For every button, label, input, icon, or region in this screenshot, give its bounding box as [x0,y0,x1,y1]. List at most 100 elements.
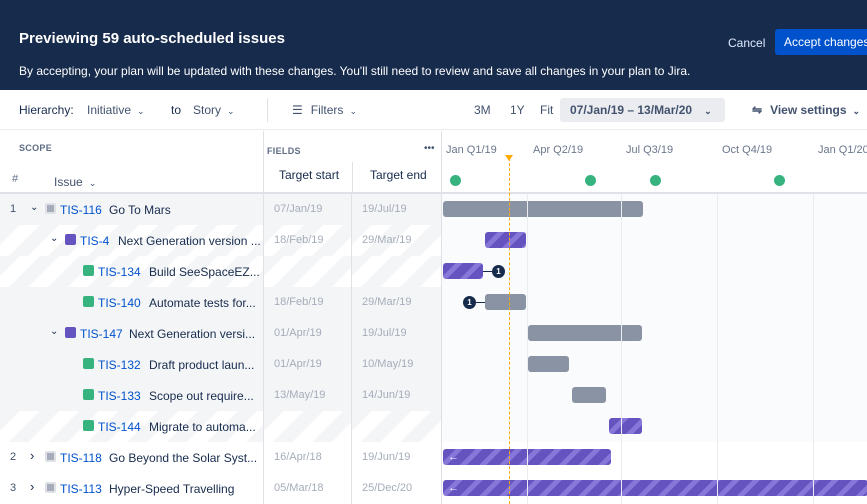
issue-key[interactable]: TIS-147 [80,327,123,341]
table-row[interactable]: TIS-140 Automate tests for... 18/Feb/19 2… [0,287,867,318]
issue-key[interactable]: TIS-144 [98,420,141,434]
zoom-fit-button[interactable]: Fit [540,90,553,130]
chevron-right-icon[interactable]: › [30,479,34,494]
schedule-bar[interactable] [443,201,643,217]
quarter-label: Oct Q4/19 [722,144,773,156]
target-end-value[interactable]: 19/Jul/19 [362,327,407,339]
schedule-bar[interactable] [528,356,569,372]
hierarchy-from-select[interactable]: Initiative ⌄ [87,90,145,130]
row-number: 3 [10,482,17,494]
zoom-1y-button[interactable]: 1Y [510,90,525,130]
hierarchy-label: Hierarchy: [19,103,74,117]
quarter-label: Jan Q1/20 [818,144,867,156]
table-row[interactable]: TIS-144 Migrate to automa... [0,411,867,442]
table-row[interactable]: 1 ⌄ TIS-116 Go To Mars 07/Jan/19 19/Jul/19 [0,194,867,225]
table-row[interactable]: ⌄ TIS-4 Next Generation version ... 18/Feb… [0,225,867,256]
story-icon [83,296,94,307]
table-row[interactable]: TIS-133 Scope out require... 13/May/19 14… [0,380,867,411]
schedule-bar[interactable] [443,263,483,279]
story-icon [83,420,94,431]
target-start-value[interactable]: 01/Apr/19 [274,327,322,339]
schedule-bar[interactable] [443,480,867,496]
filters-button[interactable]: ☰ Filters ⌄ [292,90,357,130]
toolbar-divider [267,98,268,122]
target-start-value[interactable]: 13/May/19 [274,389,325,401]
target-start-value[interactable]: 05/Mar/18 [274,482,324,494]
table-row[interactable]: TIS-132 Draft product laun... 01/Apr/19 1… [0,349,867,380]
accept-changes-button[interactable]: Accept changes [775,29,867,55]
target-end-value[interactable]: 29/Mar/19 [362,296,412,308]
chevron-down-icon[interactable]: ⌄ [50,233,58,244]
zoom-3m-button[interactable]: 3M [474,90,491,130]
table-row[interactable]: TIS-134 Build SeeSpaceEZ... 1 [0,256,867,287]
hierarchy-to-select[interactable]: Story ⌄ [193,90,235,130]
view-settings-button[interactable]: ⇋ View settings ⌄ [752,90,860,130]
settings-sliders-icon: ⇋ [752,103,763,117]
target-end-value[interactable]: 25/Dec/20 [362,482,412,494]
release-marker[interactable] [650,175,661,186]
fields-header: FIELDS ••• Target start Target end [264,131,441,193]
quarter-gridline [621,194,622,504]
arrow-left-icon: ← [448,451,459,463]
chevron-right-icon[interactable]: › [30,448,34,463]
target-start-value[interactable]: 07/Jan/19 [274,203,322,215]
quarter-label: Jul Q3/19 [626,144,674,156]
cancel-button[interactable]: Cancel [722,32,771,54]
target-start-value[interactable]: 18/Feb/19 [274,296,324,308]
table-row[interactable]: 2 › TIS-118 Go Beyond the Solar Syst... 16/… [0,442,867,473]
more-options-icon[interactable]: ••• [424,143,435,154]
filter-icon: ☰ [292,103,303,117]
schedule-bar[interactable] [609,418,642,434]
issue-key[interactable]: TIS-133 [98,389,141,403]
issue-key[interactable]: TIS-140 [98,296,141,310]
chevron-down-icon: ⌄ [349,106,357,116]
fields-heading: FIELDS [267,146,301,156]
dependency-badge[interactable]: 1 [492,265,505,278]
column-divider [352,162,353,192]
schedule-bar[interactable] [528,325,642,341]
target-end-value[interactable]: 19/Jun/19 [362,451,410,463]
table-row[interactable]: ⌄ TIS-147 Next Generation versi... 01/Apr/… [0,318,867,349]
story-icon [83,389,94,400]
target-end-value[interactable]: 19/Jul/19 [362,203,407,215]
release-marker[interactable] [774,175,785,186]
issue-title: Draft product laun... [149,358,255,372]
target-end-value[interactable]: 14/Jun/19 [362,389,410,401]
target-start-value[interactable]: 01/Apr/19 [274,358,322,370]
table-row[interactable]: 3 › TIS-113 Hyper-Speed Travelling 05/Mar/1… [0,473,867,504]
target-end-value[interactable]: 10/May/19 [362,358,413,370]
target-end-value[interactable]: 29/Mar/19 [362,234,412,246]
quarter-gridline [527,194,528,504]
date-range-value: 07/Jan/19 – 13/Mar/20 [570,103,693,117]
banner-subtitle: By accepting, your plan will be updated … [19,64,691,78]
target-start-value[interactable]: 16/Apr/18 [274,451,322,463]
release-marker[interactable] [585,175,596,186]
chevron-down-icon[interactable]: ⌄ [50,326,58,337]
issue-key[interactable]: TIS-118 [60,451,102,465]
dependency-badge[interactable]: 1 [463,296,476,309]
target-start-value[interactable]: 18/Feb/19 [274,234,324,246]
issue-key[interactable]: TIS-132 [98,358,141,372]
issue-title: Go To Mars [109,203,171,217]
preview-banner: Previewing 59 auto-scheduled issues By a… [0,0,867,90]
issue-key[interactable]: TIS-116 [60,203,102,217]
issue-key[interactable]: TIS-113 [60,482,102,496]
epic-icon [65,327,76,338]
issue-title: Next Generation version ... [118,234,261,248]
target-start-heading: Target start [279,168,340,182]
release-marker[interactable] [450,175,461,186]
issue-title: Automate tests for... [149,296,256,310]
filters-label: Filters [310,103,344,117]
issue-key[interactable]: TIS-4 [80,234,109,248]
issue-title: Scope out require... [149,389,254,403]
epic-icon [65,234,76,245]
scope-header: SCOPE # Issue ⌄ [0,131,264,193]
schedule-bar[interactable] [485,232,526,248]
schedule-bar[interactable] [572,387,606,403]
issue-title: Go Beyond the Solar Syst... [109,451,258,465]
chevron-down-icon[interactable]: ⌄ [30,202,38,213]
issue-column-sort[interactable]: Issue ⌄ [54,175,96,189]
schedule-bar[interactable] [485,294,526,310]
issue-key[interactable]: TIS-134 [98,265,141,279]
date-range-picker[interactable]: 07/Jan/19 – 13/Mar/20 ⌄ [560,98,725,122]
